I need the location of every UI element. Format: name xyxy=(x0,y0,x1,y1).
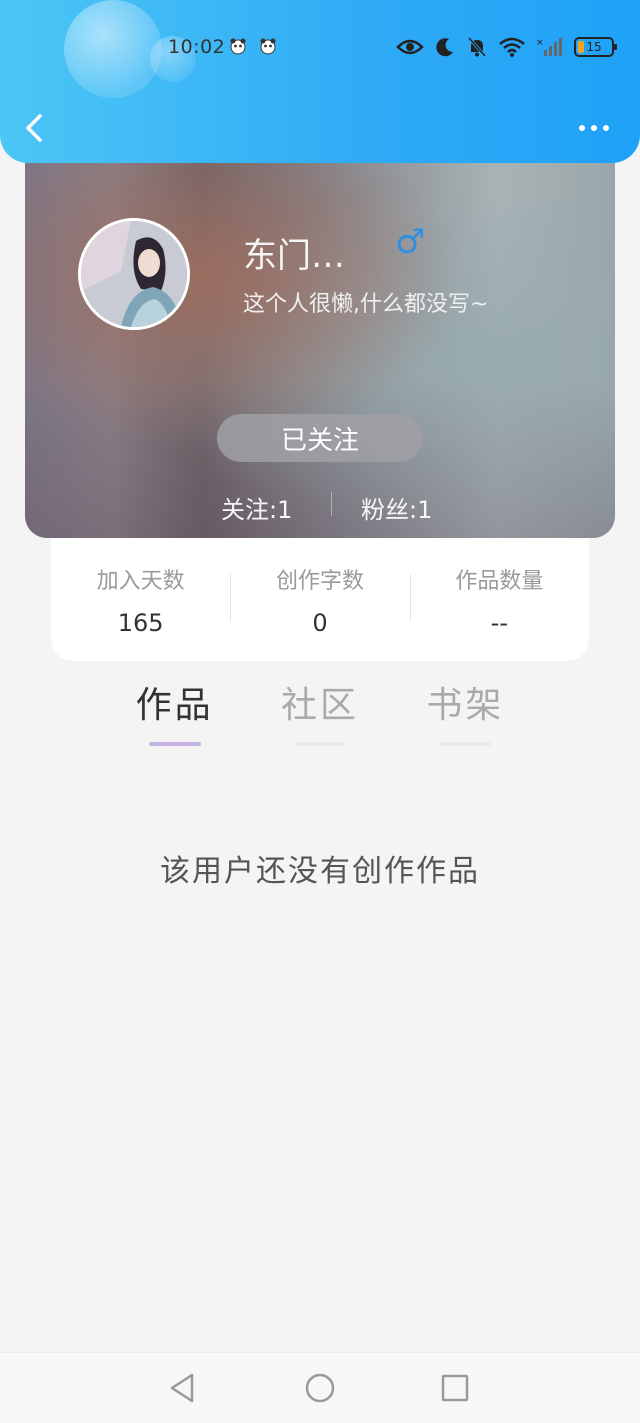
panda-notification-icon xyxy=(230,38,246,55)
header-bar: 10:02 × 15 xyxy=(0,0,640,163)
system-nav-bar xyxy=(0,1352,640,1423)
stat-value: -- xyxy=(490,608,508,637)
tab-indicator xyxy=(293,742,346,746)
divider xyxy=(331,492,332,516)
stat-label: 作品数量 xyxy=(455,568,544,594)
tab-community[interactable]: 社区 xyxy=(247,676,392,746)
male-gender-icon: ♂ xyxy=(395,222,426,262)
moon-icon xyxy=(436,38,453,57)
more-dot xyxy=(603,125,609,131)
stat-value: 165 xyxy=(117,608,164,637)
decor-bubble xyxy=(64,0,162,98)
user-bio: 这个人很懒,什么都没写~ xyxy=(243,292,489,317)
panda-notification-icon xyxy=(260,38,276,55)
wifi-icon xyxy=(499,37,525,57)
status-icons: × 15 xyxy=(396,32,617,62)
more-dot xyxy=(579,125,585,131)
tab-label: 社区 xyxy=(280,685,359,726)
more-button[interactable] xyxy=(574,116,614,140)
tab-indicator xyxy=(148,742,201,746)
battery-icon: 15 xyxy=(574,37,617,57)
followed-button[interactable]: 已关注 xyxy=(217,414,423,462)
tab-label: 书架 xyxy=(426,685,505,726)
signal-icon: × xyxy=(536,38,562,56)
battery-fill xyxy=(578,41,584,53)
avatar-portrait-icon xyxy=(81,221,187,327)
stats-card: 加入天数 165 创作字数 0 作品数量 -- xyxy=(51,538,589,661)
back-button[interactable] xyxy=(18,108,54,148)
nav-home-icon[interactable] xyxy=(303,1371,337,1405)
tab-bookshelf[interactable]: 书架 xyxy=(393,676,538,746)
svg-text:×: × xyxy=(536,38,544,48)
stat-label: 创作字数 xyxy=(275,568,364,594)
avatar[interactable] xyxy=(78,218,190,330)
tab-works[interactable]: 作品 xyxy=(102,676,247,746)
eye-icon xyxy=(396,39,424,55)
battery-level: 15 xyxy=(586,40,602,54)
nav-back-icon[interactable] xyxy=(166,1371,200,1405)
following-count[interactable]: 关注:1 xyxy=(221,490,292,525)
fans-count[interactable]: 粉丝:1 xyxy=(361,490,432,525)
stat-word-count: 创作字数 0 xyxy=(230,538,409,661)
username: 东门… xyxy=(243,236,345,276)
stat-works-count: 作品数量 -- xyxy=(409,538,589,661)
stat-join-days: 加入天数 165 xyxy=(51,538,230,661)
more-dot xyxy=(591,125,597,131)
profile-card: 东门… ♂ 这个人很懒,什么都没写~ 已关注 关注:1 粉丝:1 xyxy=(25,140,615,538)
nav-recents-icon[interactable] xyxy=(438,1371,472,1405)
tab-indicator xyxy=(439,742,492,746)
empty-state-message: 该用户还没有创作作品 xyxy=(160,854,480,889)
content-tabs: 作品 社区 书架 xyxy=(102,676,538,746)
status-time: 10:02 xyxy=(168,36,226,58)
stat-value: 0 xyxy=(312,608,328,637)
stat-label: 加入天数 xyxy=(96,568,185,594)
bell-muted-icon xyxy=(467,37,487,57)
tab-label: 作品 xyxy=(135,685,214,726)
